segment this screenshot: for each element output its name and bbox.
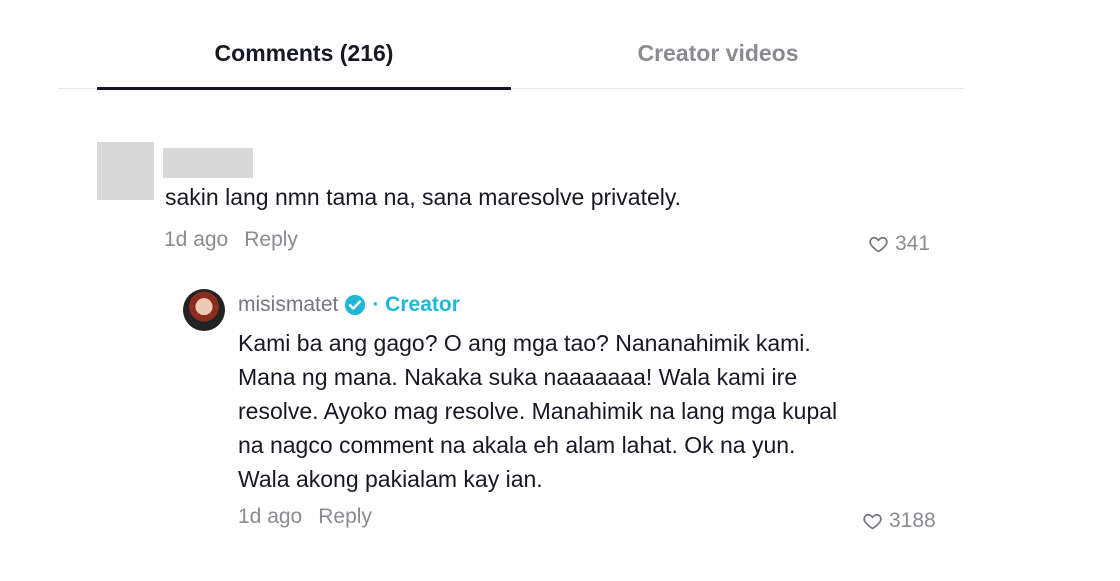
reply-like-button[interactable]: 3188	[862, 509, 936, 533]
reply-time: 1d ago	[238, 505, 303, 528]
heart-outline-icon	[863, 513, 882, 530]
comment-like-button[interactable]: 341	[868, 232, 930, 256]
commenter-avatar-redacted[interactable]	[97, 142, 154, 200]
verified-check-icon	[345, 294, 366, 316]
creator-avatar[interactable]	[183, 289, 225, 331]
tab-comments[interactable]: Comments (216)	[97, 40, 511, 88]
commenter-name-redacted[interactable]	[163, 148, 253, 178]
reply-text: Kami ba ang gago? O ang mga tao? Nananah…	[238, 330, 838, 492]
reply-header: misismatet · Creator	[238, 293, 460, 317]
tab-bar: Comments (216) Creator videos	[58, 20, 964, 90]
comment-reply-button[interactable]: Reply	[244, 228, 298, 251]
reply-reply-button[interactable]: Reply	[318, 505, 372, 528]
comment-like-count: 341	[895, 232, 931, 255]
comment-meta: 1d ago Reply	[164, 228, 298, 252]
heart-outline-icon	[869, 236, 888, 253]
comment-time: 1d ago	[164, 228, 229, 251]
reply-username[interactable]: misismatet	[238, 293, 338, 317]
comment-text: sakin lang nmn tama na, sana maresolve p…	[165, 184, 682, 210]
reply-like-count: 3188	[889, 509, 936, 532]
creator-badge: · Creator	[372, 293, 460, 316]
tab-creator-videos[interactable]: Creator videos	[511, 40, 925, 88]
reply-meta: 1d ago Reply	[238, 505, 372, 529]
active-tab-indicator	[97, 87, 511, 90]
